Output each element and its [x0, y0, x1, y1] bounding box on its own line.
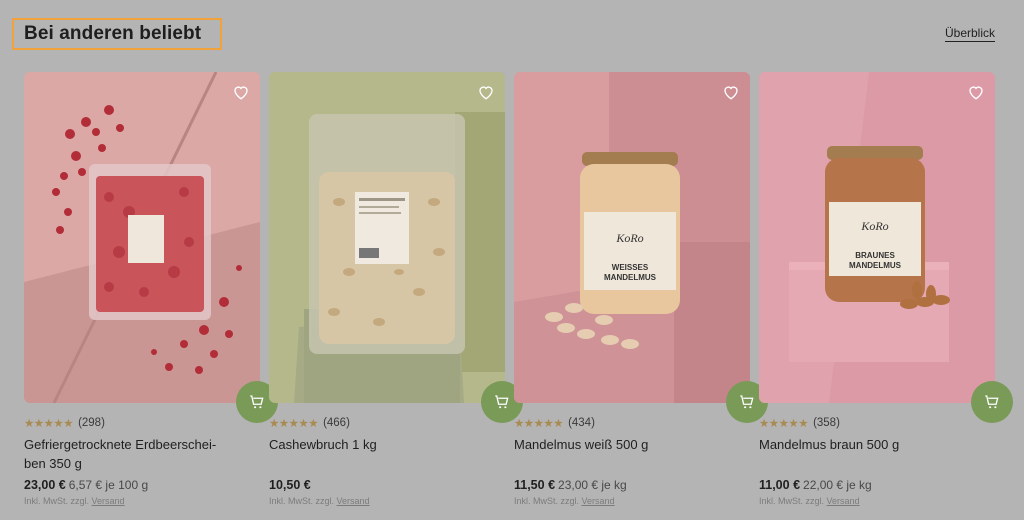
- shipping-link[interactable]: Versand: [92, 496, 125, 506]
- heart-icon[interactable]: [232, 83, 250, 101]
- review-count: (298): [78, 417, 105, 429]
- heart-icon[interactable]: [967, 83, 985, 101]
- overview-link[interactable]: Überblick: [945, 26, 995, 40]
- vat-note: Inkl. MwSt. zzgl. Versand: [759, 496, 860, 506]
- jar-brand: KoRo: [860, 219, 888, 233]
- star-icon: ★★★★★: [514, 418, 564, 430]
- price-line: 11,00 €22,00 € je kg: [759, 478, 872, 492]
- product-card-almond-butter-white[interactable]: KoRo WEISSES MANDELMUS ★★★★★ (434) Mande…: [514, 72, 768, 506]
- product-card-almond-butter-brown[interactable]: KoRo BRAUNES MANDELMUS ★★★★★ (358) Mande…: [759, 72, 1013, 506]
- jar-label-line2: MANDELMUS: [604, 273, 657, 282]
- vat-note: Inkl. MwSt. zzgl. Versand: [269, 496, 370, 506]
- shipping-link[interactable]: Versand: [827, 496, 860, 506]
- jar-label-line1: WEISSES: [612, 263, 649, 272]
- product-price: 23,00 €: [24, 478, 66, 492]
- section-title: Bei anderen beliebt: [12, 18, 222, 50]
- product-price: 11,50 €: [514, 478, 556, 492]
- jar-label-line2: MANDELMUS: [849, 261, 902, 270]
- unit-price: 6,57 € je 100 g: [68, 478, 149, 492]
- heart-icon[interactable]: [477, 83, 495, 101]
- product-name[interactable]: Mandelmus braun 500 g: [759, 435, 969, 454]
- product-name[interactable]: Gefriergetrocknete Erdbeerschei-ben 350 …: [24, 435, 234, 473]
- product-photo-white-almond-jar: KoRo WEISSES MANDELMUS: [514, 72, 750, 403]
- price-line: 11,50 €23,00 € je kg: [514, 478, 627, 492]
- jar-label-line1: BRAUNES: [855, 251, 895, 260]
- product-name[interactable]: Mandelmus weiß 500 g: [514, 435, 724, 454]
- vat-text: Inkl. MwSt. zzgl.: [24, 496, 90, 506]
- vat-note: Inkl. MwSt. zzgl. Versand: [514, 496, 615, 506]
- rating: ★★★★★ (434): [514, 416, 595, 430]
- shopping-cart-icon: [495, 395, 509, 409]
- unit-price: 23,00 € je kg: [558, 478, 627, 492]
- star-icon: ★★★★★: [759, 418, 809, 430]
- rating: ★★★★★ (466): [269, 416, 350, 430]
- vat-text: Inkl. MwSt. zzgl.: [269, 496, 335, 506]
- add-to-cart-button[interactable]: [971, 381, 1013, 423]
- shipping-link[interactable]: Versand: [337, 496, 370, 506]
- rating: ★★★★★ (358): [759, 416, 840, 430]
- unit-price: 22,00 € je kg: [803, 478, 872, 492]
- product-card-strawberries[interactable]: ★★★★★ (298) Gefriergetrocknete Erdbeersc…: [24, 72, 278, 506]
- shopping-cart-icon: [985, 395, 999, 409]
- product-photo-strawberry-bag: [24, 72, 260, 403]
- heart-icon[interactable]: [722, 83, 740, 101]
- product-name[interactable]: Cashewbruch 1 kg: [269, 435, 479, 454]
- vat-text: Inkl. MwSt. zzgl.: [759, 496, 825, 506]
- shopping-cart-icon: [740, 395, 754, 409]
- shipping-link[interactable]: Versand: [582, 496, 615, 506]
- price-line: 23,00 €6,57 € je 100 g: [24, 478, 148, 492]
- review-count: (358): [813, 417, 840, 429]
- product-card-cashews[interactable]: ★★★★★ (466) Cashewbruch 1 kg 10,50 € Ink…: [269, 72, 523, 506]
- review-count: (466): [323, 417, 350, 429]
- star-icon: ★★★★★: [24, 418, 74, 430]
- product-price: 10,50 €: [269, 478, 311, 492]
- vat-note: Inkl. MwSt. zzgl. Versand: [24, 496, 125, 506]
- product-image-strawberries[interactable]: [24, 72, 260, 403]
- rating: ★★★★★ (298): [24, 416, 105, 430]
- product-image-almond-butter-white[interactable]: KoRo WEISSES MANDELMUS: [514, 72, 750, 403]
- vat-text: Inkl. MwSt. zzgl.: [514, 496, 580, 506]
- review-count: (434): [568, 417, 595, 429]
- product-image-cashews[interactable]: [269, 72, 505, 403]
- jar-brand: KoRo: [615, 231, 643, 245]
- product-photo-cashew-bag: [269, 72, 505, 403]
- shopping-cart-icon: [250, 395, 264, 409]
- product-photo-brown-almond-jar: KoRo BRAUNES MANDELMUS: [759, 72, 995, 403]
- price-line: 10,50 €: [269, 478, 314, 492]
- product-price: 11,00 €: [759, 478, 801, 492]
- product-image-almond-butter-brown[interactable]: KoRo BRAUNES MANDELMUS: [759, 72, 995, 403]
- star-icon: ★★★★★: [269, 418, 319, 430]
